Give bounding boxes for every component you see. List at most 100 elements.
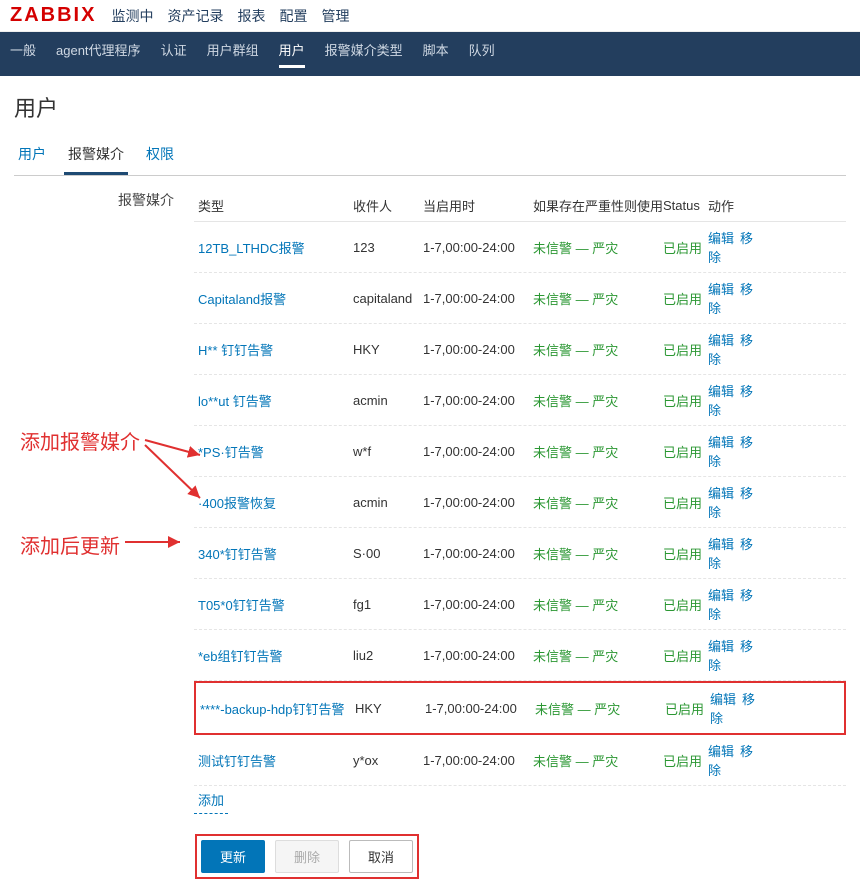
cell-status: 已启用 — [663, 340, 708, 359]
main-nav-item[interactable]: 报表 — [237, 8, 265, 24]
table-row: *eb组钉钉告警liu21-7,00:00-24:00未信警 — 严灾已启用编辑… — [194, 630, 846, 681]
media-table: 类型 收件人 当启用时 如果存在严重性则使用 Status 动作 12TB_LT… — [194, 190, 846, 814]
edit-link[interactable]: 编辑 — [710, 692, 736, 707]
cell-sendto: fg1 — [353, 597, 423, 612]
cell-severity: 未信警 — 严灾 — [533, 442, 663, 461]
arrow-icon — [120, 532, 190, 552]
cell-severity: 未信警 — 严灾 — [533, 340, 663, 359]
cell-actions: 编辑移除 — [708, 432, 768, 470]
table-header: 类型 收件人 当启用时 如果存在严重性则使用 Status 动作 — [194, 190, 846, 222]
cell-sendto: S·00 — [353, 546, 423, 561]
cell-type[interactable]: ****-backup-hdp钉钉告警 — [200, 699, 355, 718]
edit-link[interactable]: 编辑 — [708, 588, 734, 603]
cell-status: 已启用 — [663, 646, 708, 665]
cell-type[interactable]: 测试钉钉告警 — [198, 751, 353, 770]
cell-severity: 未信警 — 严灾 — [533, 289, 663, 308]
cell-type[interactable]: *PS·钉告警 — [198, 442, 353, 461]
cell-when: 1-7,00:00-24:00 — [423, 546, 533, 561]
sub-nav-item[interactable]: 用户 — [279, 40, 305, 68]
sub-nav-item[interactable]: 脚本 — [423, 40, 449, 68]
cell-actions: 编辑移除 — [708, 228, 768, 266]
edit-link[interactable]: 编辑 — [708, 282, 734, 297]
th-sendto: 收件人 — [353, 196, 423, 215]
cell-actions: 编辑移除 — [708, 381, 768, 419]
cell-actions: 编辑移除 — [708, 534, 768, 572]
cell-sendto: capitaland — [353, 291, 423, 306]
update-button[interactable]: 更新 — [201, 840, 265, 873]
delete-button: 删除 — [275, 840, 339, 873]
cell-type[interactable]: lo**ut 钉告警 — [198, 391, 353, 410]
cell-sendto: acmin — [353, 393, 423, 408]
sub-nav-item[interactable]: 一般 — [10, 40, 36, 68]
main-nav-item[interactable]: 资产记录 — [167, 8, 223, 24]
tab[interactable]: 报警媒介 — [64, 138, 128, 175]
cell-when: 1-7,00:00-24:00 — [423, 648, 533, 663]
edit-link[interactable]: 编辑 — [708, 639, 734, 654]
cell-severity: 未信警 — 严灾 — [535, 699, 665, 718]
edit-link[interactable]: 编辑 — [708, 744, 734, 759]
edit-link[interactable]: 编辑 — [708, 231, 734, 246]
cell-sendto: acmin — [353, 495, 423, 510]
sub-nav-item[interactable]: 报警媒介类型 — [325, 40, 403, 68]
cell-when: 1-7,00:00-24:00 — [423, 342, 533, 357]
edit-link[interactable]: 编辑 — [708, 537, 734, 552]
table-row: ****-backup-hdp钉钉告警HKY1-7,00:00-24:00未信警… — [194, 681, 846, 735]
cell-when: 1-7,00:00-24:00 — [423, 291, 533, 306]
sub-nav: 一般 agent代理程序认证用户群组用户报警媒介类型脚本队列 — [0, 32, 860, 76]
tab-bar: 用户报警媒介权限 — [14, 138, 846, 176]
logo: ZABBIX — [10, 4, 96, 27]
main-nav-item[interactable]: 配置 — [279, 8, 307, 24]
cell-sendto: HKY — [353, 342, 423, 357]
th-type: 类型 — [198, 196, 353, 215]
table-row: Capitaland报警capitaland1-7,00:00-24:00未信警… — [194, 273, 846, 324]
cell-actions: 编辑移除 — [708, 483, 768, 521]
cell-when: 1-7,00:00-24:00 — [423, 240, 533, 255]
table-row: 340*钉钉告警S·001-7,00:00-24:00未信警 — 严灾已启用编辑… — [194, 528, 846, 579]
cell-type[interactable]: *eb组钉钉告警 — [198, 646, 353, 665]
cell-status: 已启用 — [663, 595, 708, 614]
cell-status: 已启用 — [665, 699, 710, 718]
cell-actions: 编辑移除 — [708, 330, 768, 368]
cell-actions: 编辑移除 — [708, 585, 768, 623]
main-nav-item[interactable]: 管理 — [321, 8, 349, 24]
cell-status: 已启用 — [663, 442, 708, 461]
th-action: 动作 — [708, 196, 768, 215]
cell-sendto: w*f — [353, 444, 423, 459]
cell-type[interactable]: 12TB_LTHDC报警 — [198, 238, 353, 257]
cell-actions: 编辑移除 — [708, 741, 768, 779]
tab[interactable]: 权限 — [142, 138, 178, 172]
sub-nav-item[interactable]: 认证 — [161, 40, 187, 68]
cell-when: 1-7,00:00-24:00 — [423, 597, 533, 612]
add-link[interactable]: 添加 — [194, 786, 228, 814]
edit-link[interactable]: 编辑 — [708, 486, 734, 501]
cell-severity: 未信警 — 严灾 — [533, 751, 663, 770]
cell-when: 1-7,00:00-24:00 — [423, 393, 533, 408]
cell-type[interactable]: T05*0钉钉告警 — [198, 595, 353, 614]
edit-link[interactable]: 编辑 — [708, 384, 734, 399]
sub-nav-item[interactable]: agent代理程序 — [56, 40, 141, 68]
sub-nav-item[interactable]: 队列 — [469, 40, 495, 68]
table-row: 12TB_LTHDC报警1231-7,00:00-24:00未信警 — 严灾已启… — [194, 222, 846, 273]
cell-type[interactable]: 340*钉钉告警 — [198, 544, 353, 563]
cell-status: 已启用 — [663, 493, 708, 512]
cell-severity: 未信警 — 严灾 — [533, 544, 663, 563]
sub-nav-item[interactable]: 用户群组 — [207, 40, 259, 68]
cell-severity: 未信警 — 严灾 — [533, 238, 663, 257]
cell-type[interactable]: ·400报警恢复 — [198, 493, 353, 512]
cell-type[interactable]: H** 钉钉告警 — [198, 340, 353, 359]
table-row: lo**ut 钉告警acmin1-7,00:00-24:00未信警 — 严灾已启… — [194, 375, 846, 426]
cell-when: 1-7,00:00-24:00 — [423, 444, 533, 459]
cell-actions: 编辑移除 — [708, 636, 768, 674]
th-when: 当启用时 — [423, 196, 533, 215]
edit-link[interactable]: 编辑 — [708, 435, 734, 450]
main-nav: 监测中资产记录报表配置管理 — [111, 6, 363, 26]
cancel-button[interactable]: 取消 — [349, 840, 413, 873]
arrow-icon — [140, 430, 210, 510]
cell-type[interactable]: Capitaland报警 — [198, 289, 353, 308]
button-row: 更新 删除 取消 — [195, 834, 419, 879]
tab[interactable]: 用户 — [14, 138, 50, 172]
cell-status: 已启用 — [663, 289, 708, 308]
cell-when: 1-7,00:00-24:00 — [423, 753, 533, 768]
edit-link[interactable]: 编辑 — [708, 333, 734, 348]
main-nav-item[interactable]: 监测中 — [111, 8, 153, 24]
